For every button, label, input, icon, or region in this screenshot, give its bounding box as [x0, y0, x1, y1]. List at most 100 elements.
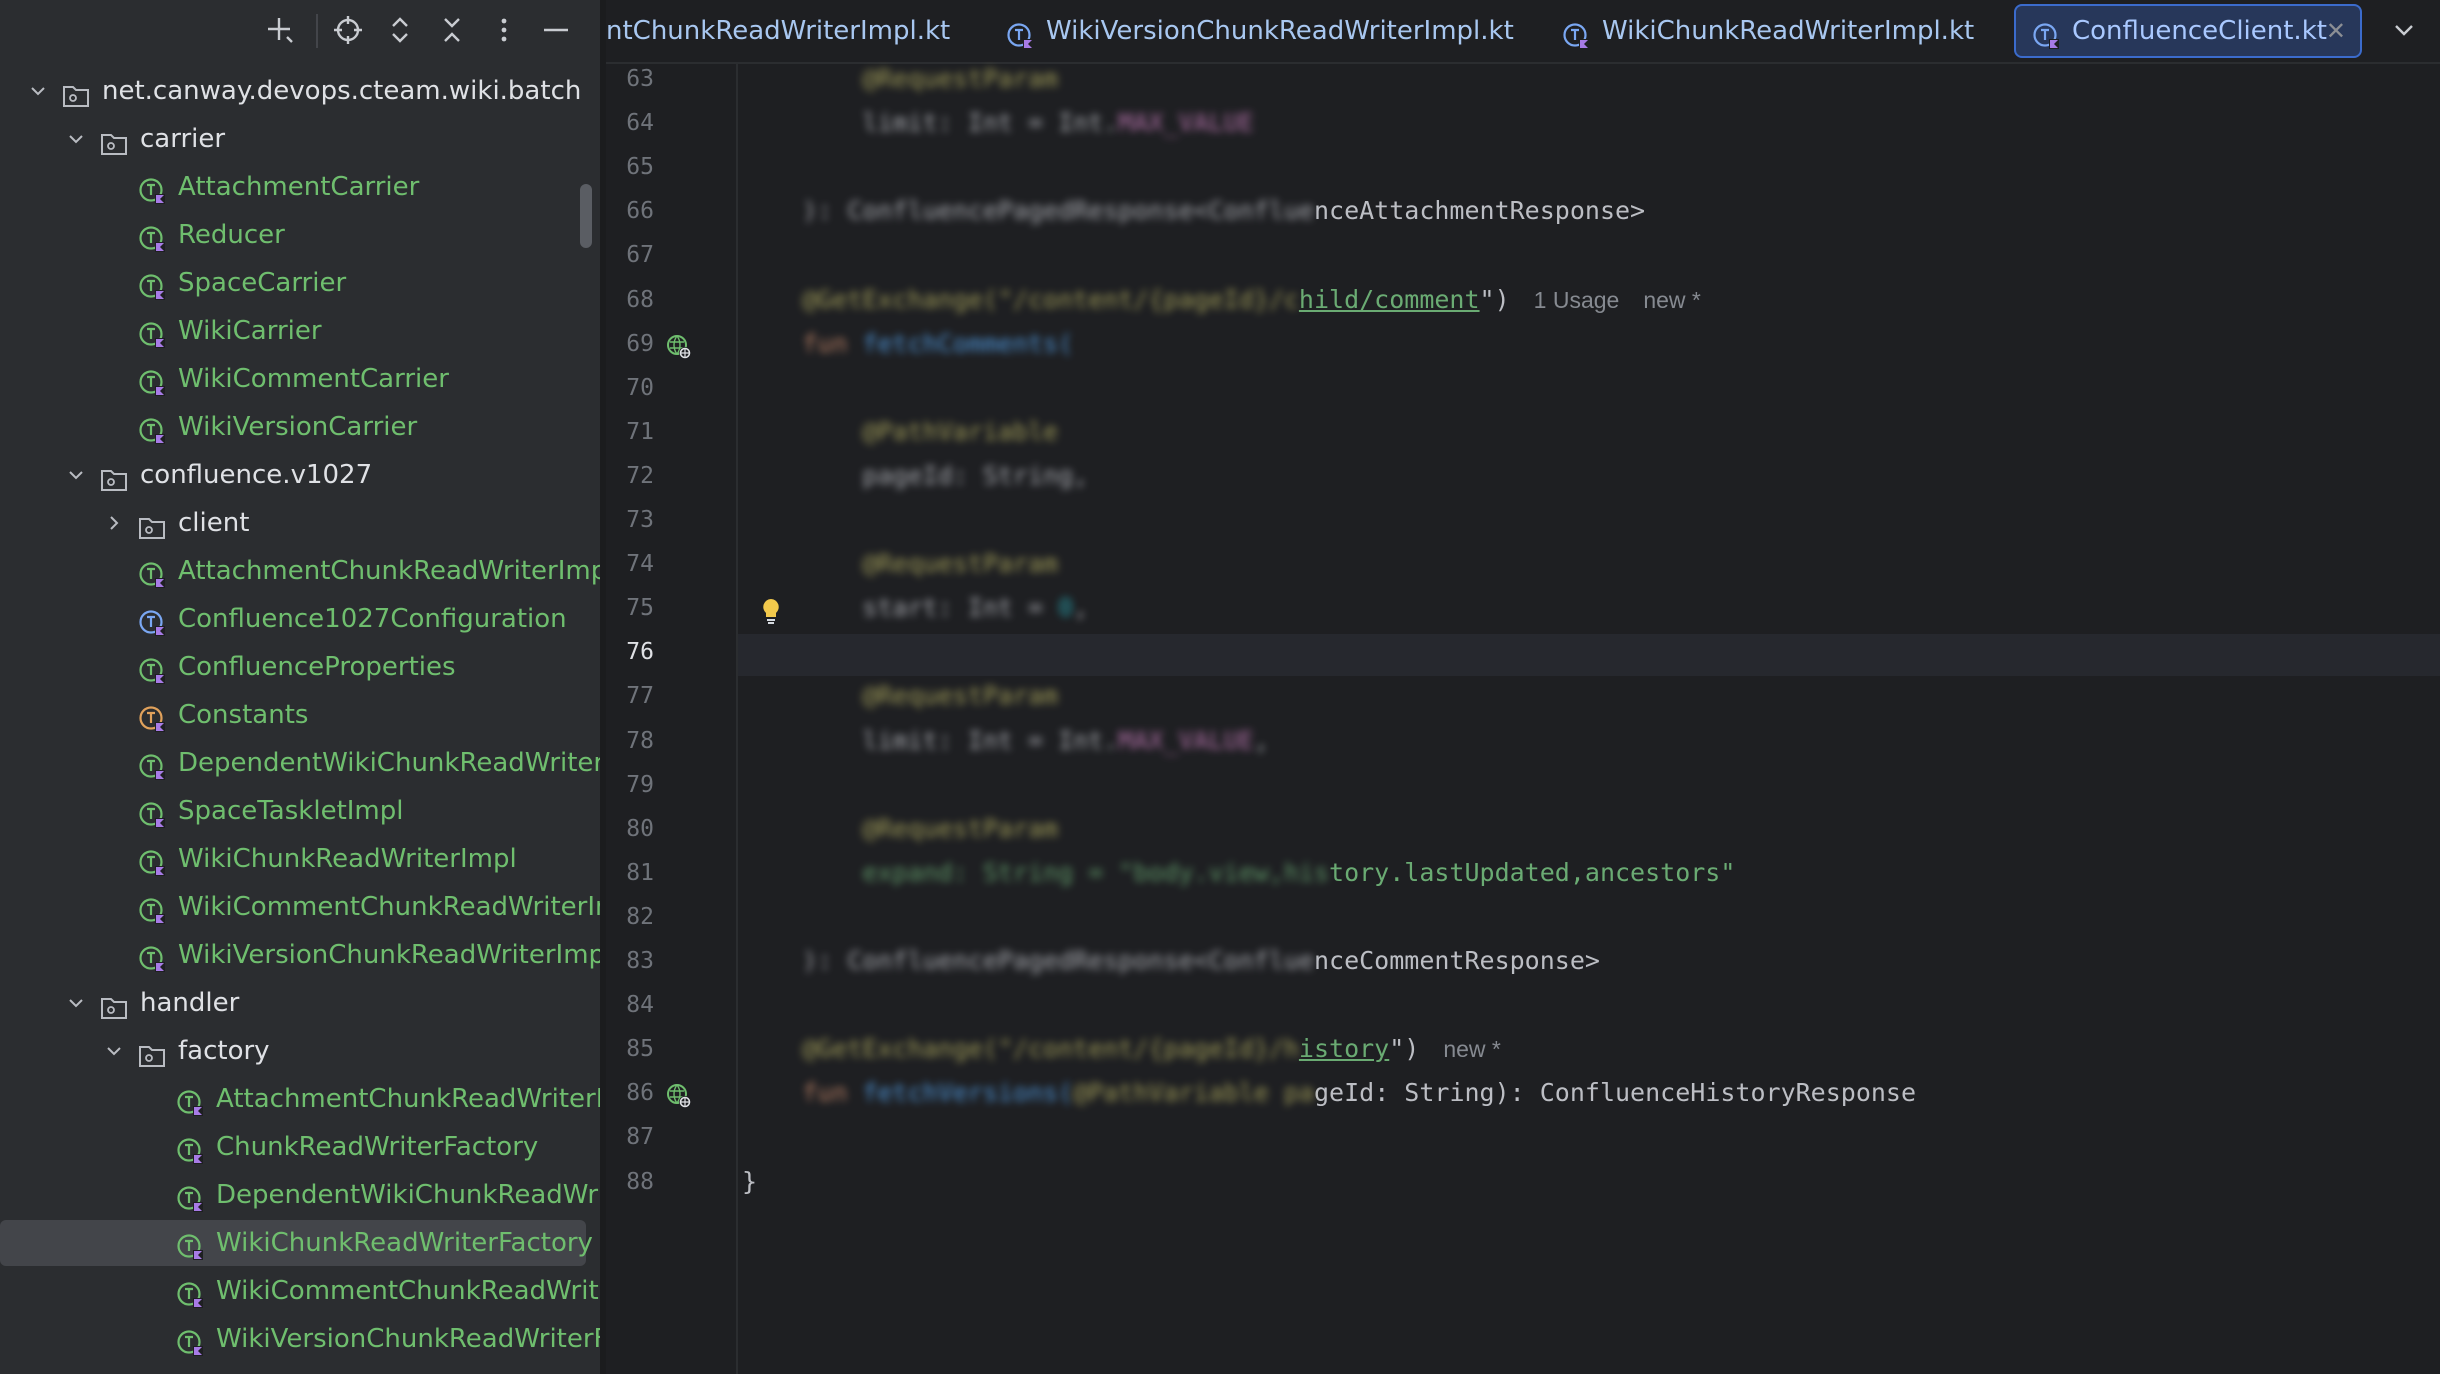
tree-row[interactable]: ConfluenceProperties [0, 644, 600, 690]
tree-row[interactable]: SpaceTaskletImpl [0, 788, 600, 834]
tree-row[interactable]: AttachmentChunkReadWriterImpl [0, 548, 600, 594]
kotlin-class-icon [176, 1182, 204, 1212]
tree-row[interactable]: WikiCarrier [0, 308, 600, 354]
chevron-down-icon[interactable] [2386, 12, 2422, 48]
tree-row[interactable]: DependentWikiChunkReadWrite [0, 1172, 600, 1218]
tree-row[interactable]: AttachmentChunkReadWriterFa [0, 1076, 600, 1122]
minimize-icon[interactable] [534, 8, 578, 52]
code-token: fun [802, 1078, 863, 1108]
chevron-right-icon[interactable] [102, 500, 126, 546]
tree-row[interactable]: WikiVersionChunkReadWriterImpl [0, 932, 600, 978]
tree-row-label: WikiCommentChunkReadWriter [216, 1276, 600, 1306]
tree-row[interactable]: carrier [0, 116, 600, 162]
tree-row[interactable]: factory [0, 1028, 600, 1074]
tree-row[interactable]: WikiVersionCarrier [0, 404, 600, 450]
tree-row-label: SpaceTaskletImpl [178, 796, 404, 826]
locate-icon[interactable] [326, 8, 370, 52]
code-line[interactable]: @RequestParam [742, 681, 1058, 710]
code-line[interactable]: ): ConfluencePagedResponse<ConfluenceAtt… [742, 196, 1645, 225]
tree-row[interactable]: WikiCommentCarrier [0, 356, 600, 402]
line-number: 72 [626, 462, 654, 489]
project-tool-window: net.canway.devops.cteam.wiki.batch carrie… [0, 0, 600, 1374]
code-line[interactable]: start: Int = 0, [742, 593, 1088, 622]
tree-row[interactable]: Confluence1027Configuration [0, 596, 600, 642]
kotlin-class-icon [138, 846, 166, 876]
chevron-down-icon[interactable] [64, 452, 88, 498]
code-token: @RequestParam [862, 64, 1059, 93]
web-endpoint-icon[interactable] [664, 1081, 694, 1111]
tree-row-label: DependentWikiChunkReadWrite [216, 1180, 600, 1210]
tree-row-label: carrier [140, 124, 226, 154]
tree-row[interactable]: WikiVersionChunkReadWriterFa [0, 1316, 600, 1362]
chevron-down-icon[interactable] [64, 116, 88, 162]
code-line[interactable]: pageId: String, [742, 461, 1088, 490]
tab-wiki-chunk-read-writer-impl[interactable]: WikiChunkReadWriterImpl.kt [1562, 6, 2002, 56]
code-line[interactable]: @RequestParam [742, 549, 1058, 578]
code-token: geId: String): ConfluenceHistoryResponse [1313, 1078, 1917, 1108]
code-line[interactable]: @GetExchange("/content/{pageId}/history"… [742, 1034, 1501, 1063]
web-endpoint-icon[interactable] [664, 332, 694, 362]
code-line[interactable]: limit: Int = Int.MAX_VALUE, [742, 726, 1268, 755]
code-line[interactable]: } [742, 1167, 757, 1196]
code-token: expand: String = "body.view,his [862, 857, 1330, 887]
code-line[interactable]: expand: String = "body.view,history.last… [742, 858, 1735, 887]
tab-wiki-version-chunk-read-writer-impl[interactable]: WikiVersionChunkReadWriterImpl.kt [1006, 6, 1526, 56]
line-number-gutter[interactable]: 63 64 65 66 67 68 69 70 71 72 73 74 75 76 77 78 79 80 81 82… [606, 64, 779, 1374]
code-area[interactable]: @RequestParam limit: Int = Int.MAX_VALUE… [742, 64, 2432, 1374]
tree-row[interactable]: WikiCommentChunkReadWriterImp [0, 884, 600, 930]
tab-label: ntChunkReadWriterImpl.kt [606, 16, 951, 46]
kotlin-class-icon [138, 654, 166, 684]
collapse-all-icon[interactable] [430, 8, 474, 52]
tree-row[interactable]: ChunkReadWriterFactory [0, 1124, 600, 1170]
chevron-down-icon[interactable] [64, 980, 88, 1026]
expand-all-icon[interactable] [378, 8, 422, 52]
chevron-down-icon[interactable] [102, 1028, 126, 1074]
tree-row[interactable]: WikiChunkReadWriterFactory [0, 1220, 600, 1266]
kotlin-class-icon [138, 414, 166, 444]
tree-row[interactable]: DependentWikiChunkReadWriterIm [0, 740, 600, 786]
more-options-icon[interactable] [482, 8, 526, 52]
code-line[interactable]: fun fetchVersions(@PathVariable pageId: … [742, 1078, 1916, 1107]
kotlin-class-icon [138, 270, 166, 300]
author-hint[interactable]: new * [1643, 287, 1701, 313]
tree-row[interactable]: AttachmentCarrier [0, 164, 600, 210]
new-file-icon[interactable] [258, 8, 302, 52]
tree-row[interactable]: SpaceCarrier [0, 260, 600, 306]
tree-row[interactable]: handler [0, 980, 600, 1026]
tree-row-label: net.canway.devops.cteam.wiki.batch [102, 76, 582, 106]
tree-row-label: AttachmentChunkReadWriterFa [216, 1084, 600, 1114]
close-tab-icon[interactable]: ✕ [2326, 6, 2346, 56]
tree-row[interactable]: client [0, 500, 600, 546]
tree-row[interactable]: WikiCommentChunkReadWriter [0, 1268, 600, 1314]
kotlin-class-icon [138, 798, 166, 828]
chevron-down-icon[interactable] [26, 68, 50, 114]
usage-hint[interactable]: 1 Usage [1534, 287, 1620, 313]
line-number: 68 [626, 286, 654, 313]
code-line[interactable]: ): ConfluencePagedResponse<ConfluenceCom… [742, 946, 1600, 975]
tree-row[interactable]: confluence.v1027 [0, 452, 600, 498]
code-line[interactable]: fun fetchComments( [742, 329, 1073, 358]
code-line[interactable]: @RequestParam [742, 814, 1058, 843]
code-line[interactable]: @GetExchange("/content/{pageId}/child/co… [742, 285, 1701, 314]
author-hint[interactable]: new * [1443, 1036, 1501, 1062]
code-line[interactable]: @PathVariable [742, 417, 1058, 446]
code-line[interactable]: limit: Int = Int.MAX_VALUE [742, 108, 1253, 137]
tree-row-label: WikiChunkReadWriterFactory [216, 1228, 593, 1258]
code-token: fun [802, 328, 863, 358]
tree-scrollbar[interactable] [580, 184, 592, 248]
tree-row[interactable]: net.canway.devops.cteam.wiki.batch [0, 68, 600, 114]
line-number: 86 [626, 1080, 654, 1107]
tab-confluence-client[interactable]: ConfluenceClient.kt ✕ [2014, 4, 2362, 58]
code-line[interactable]: @RequestParam [742, 64, 1058, 93]
code-editor[interactable]: 63 64 65 66 67 68 69 70 71 72 73 74 75 76 77 78 79 80 81 82… [606, 64, 2440, 1374]
kotlin-class-icon [176, 1230, 204, 1260]
tree-row[interactable]: Reducer [0, 212, 600, 258]
tree-row[interactable]: Constants [0, 692, 600, 738]
tab-chunk-read-writer-impl[interactable]: ntChunkReadWriterImpl.kt [606, 6, 950, 56]
line-number: 79 [626, 771, 654, 798]
code-token: start: Int = [862, 593, 1059, 623]
tree-row[interactable]: WikiChunkReadWriterImpl [0, 836, 600, 882]
